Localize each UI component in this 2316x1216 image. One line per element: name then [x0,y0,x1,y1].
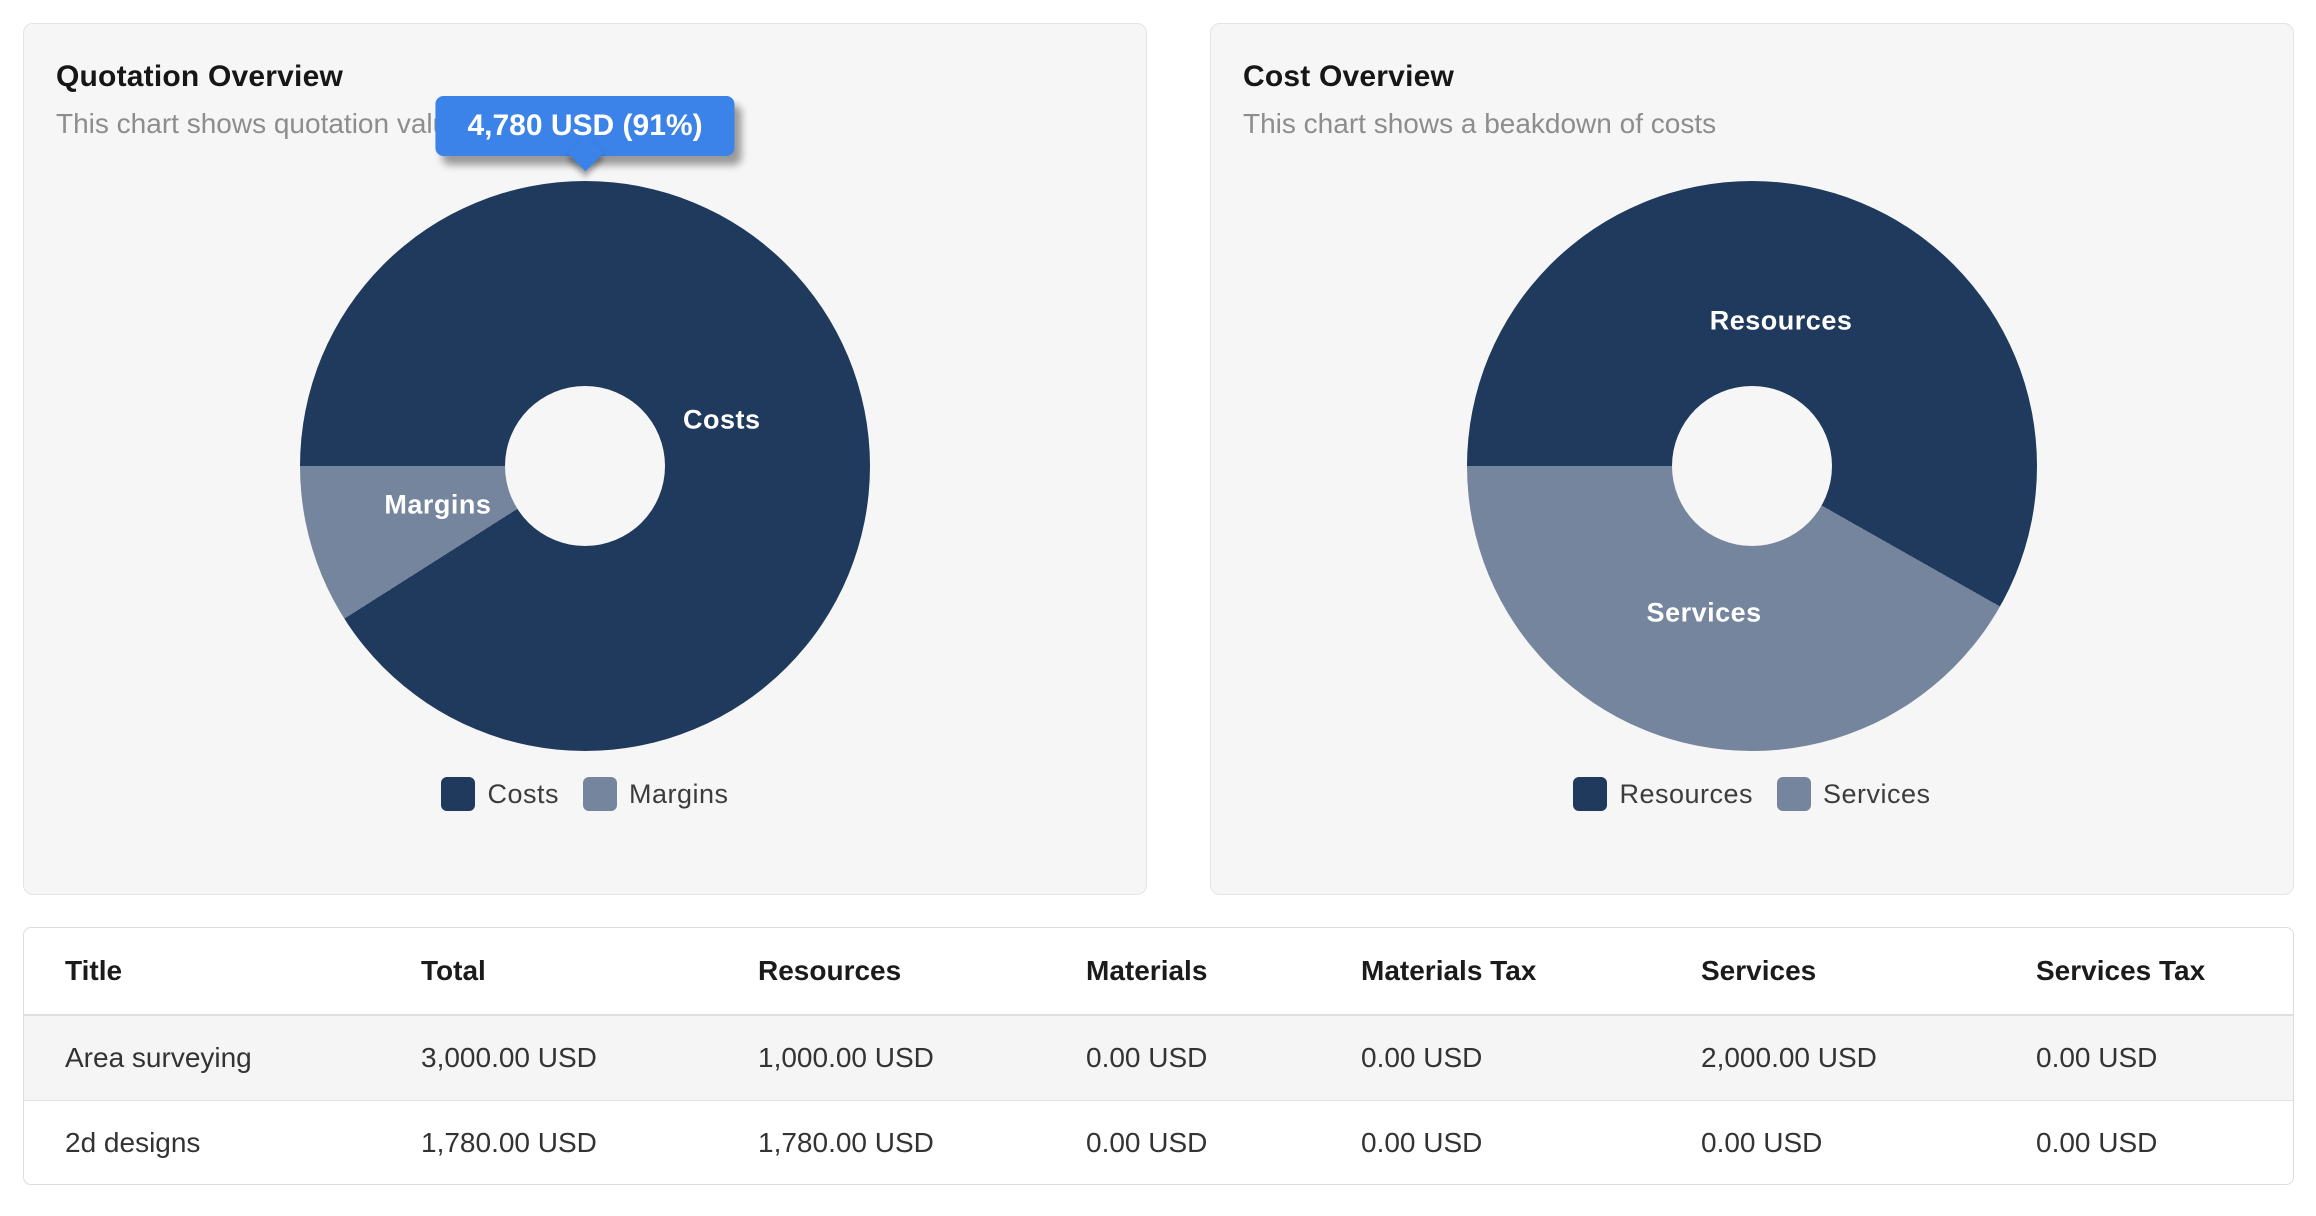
table-cell: 2d designs [65,1127,421,1159]
column-header: Materials Tax [1361,955,1701,987]
slice-label-services: Services [1647,598,1762,629]
table-cell: 0.00 USD [1086,1127,1361,1159]
legend-swatch-icon [1777,777,1811,811]
tooltip-text: 4,780 USD (91%) [467,109,702,142]
column-header: Services [1701,955,2036,987]
table-cell: 3,000.00 USD [421,1042,758,1074]
table-row[interactable]: Area surveying3,000.00 USD1,000.00 USD0.… [24,1016,2293,1100]
cost-donut-chart[interactable]: Resources Services [1467,181,2037,751]
table-cell: 0.00 USD [1361,1127,1701,1159]
table-cell: 0.00 USD [1086,1042,1361,1074]
table-cell: 0.00 USD [1701,1127,2036,1159]
table-cell: 0.00 USD [2036,1042,2293,1074]
donut-hole [1672,386,1832,546]
legend-item-margins[interactable]: Margins [583,777,729,811]
quotation-lines-table: TitleTotalResourcesMaterialsMaterials Ta… [23,927,2294,1185]
table-row[interactable]: 2d designs1,780.00 USD1,780.00 USD0.00 U… [24,1100,2293,1184]
cost-overview-card: Cost Overview This chart shows a beakdow… [1210,23,2294,895]
legend-label: Services [1823,779,1931,810]
table-header-row: TitleTotalResourcesMaterialsMaterials Ta… [24,928,2293,1016]
table-cell: 0.00 USD [2036,1127,2293,1159]
table-cell: 0.00 USD [1361,1042,1701,1074]
slice-label-resources: Resources [1710,306,1853,337]
cost-card-title: Cost Overview [1243,60,2261,94]
quotation-card-title: Quotation Overview [56,60,1114,94]
quotation-overview-card: Quotation Overview This chart shows quot… [23,23,1147,895]
legend-item-resources[interactable]: Resources [1573,777,1753,811]
quotation-donut-chart[interactable]: Costs Margins [300,181,870,751]
column-header: Services Tax [2036,955,2293,987]
slice-label-costs: Costs [683,405,761,436]
chart-tooltip: 4,780 USD (91%) [435,96,734,156]
table-cell: 1,780.00 USD [758,1127,1086,1159]
cost-chart-legend: Resources Services [1211,777,2293,811]
table-cell: 2,000.00 USD [1701,1042,2036,1074]
legend-label: Costs [487,779,559,810]
donut-hole [505,386,665,546]
quotation-chart-legend: Costs Margins [24,777,1146,811]
legend-swatch-icon [583,777,617,811]
table-cell: 1,000.00 USD [758,1042,1086,1074]
charts-row: Quotation Overview This chart shows quot… [0,0,2316,895]
legend-label: Margins [629,779,729,810]
table-cell: 1,780.00 USD [421,1127,758,1159]
legend-item-costs[interactable]: Costs [441,777,559,811]
column-header: Title [65,955,421,987]
column-header: Total [421,955,758,987]
slice-label-margins: Margins [384,489,491,520]
cost-card-subtitle: This chart shows a beakdown of costs [1243,108,2261,140]
column-header: Resources [758,955,1086,987]
dashboard-page: Quotation Overview This chart shows quot… [0,0,2316,1216]
legend-item-services[interactable]: Services [1777,777,1931,811]
legend-swatch-icon [441,777,475,811]
legend-swatch-icon [1573,777,1607,811]
table-body: Area surveying3,000.00 USD1,000.00 USD0.… [24,1016,2293,1184]
table-cell: Area surveying [65,1042,421,1074]
legend-label: Resources [1619,779,1753,810]
column-header: Materials [1086,955,1361,987]
